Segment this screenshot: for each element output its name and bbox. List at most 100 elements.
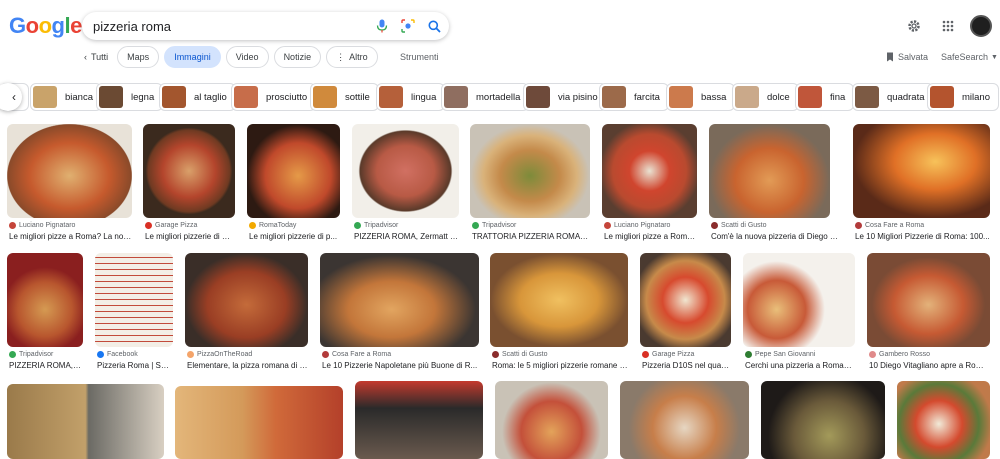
tab-all[interactable]: ‹ Tutti	[80, 46, 113, 68]
apps-grid-icon[interactable]	[936, 14, 960, 38]
chip-item[interactable]: fina	[795, 83, 855, 111]
result-caption[interactable]: Cerchi una pizzeria a Roma? A...	[745, 361, 855, 370]
result-source[interactable]: Cosa Fare a Roma	[322, 351, 391, 358]
result-image[interactable]	[620, 381, 749, 459]
result-image[interactable]	[352, 124, 459, 218]
source-favicon-icon	[9, 351, 16, 358]
result-source[interactable]: Garage Pizza	[642, 351, 694, 358]
result-image[interactable]	[490, 253, 628, 347]
result-image[interactable]	[867, 253, 990, 347]
result-caption[interactable]: Le migliori pizzerie di p...	[249, 232, 341, 241]
account-avatar[interactable]	[970, 15, 992, 37]
chip-item[interactable]: farcita	[599, 83, 669, 111]
result-image[interactable]	[185, 253, 308, 347]
result-caption[interactable]: Pizzeria Roma | San ...	[97, 361, 173, 370]
tab-more[interactable]: ⋮ Altro	[326, 46, 378, 68]
result-source[interactable]: Scatti di Gusto	[711, 222, 767, 229]
chip-thumbnail	[526, 86, 550, 108]
chip-thumbnail	[162, 86, 186, 108]
result-image[interactable]	[897, 381, 990, 459]
source-name: Garage Pizza	[155, 222, 198, 229]
result-image[interactable]	[640, 253, 731, 347]
result-source[interactable]: Scatti di Gusto	[492, 351, 548, 358]
tab-maps[interactable]: Maps	[117, 46, 160, 68]
result-image[interactable]	[175, 386, 343, 459]
search-box[interactable]: pizzeria roma	[82, 12, 449, 40]
search-input[interactable]: pizzeria roma	[93, 19, 371, 34]
chip-label: legna	[131, 91, 155, 103]
chip-item[interactable]: mortadella	[441, 83, 530, 111]
result-caption[interactable]: Pizzeria D10S nel quarti...	[642, 361, 731, 370]
chip-item[interactable]: via pisino	[523, 83, 607, 111]
tab-all-label: Tutti	[91, 52, 109, 62]
result-caption[interactable]: Le migliori pizze a Roma? La nost...	[9, 232, 133, 241]
chip-item[interactable]: quadrata	[852, 83, 934, 111]
chip-thumbnail	[313, 86, 337, 108]
result-source[interactable]: Tripadvisor	[472, 222, 516, 229]
result-source[interactable]: Pepe San Giovanni	[745, 351, 815, 358]
chip-label: quadrata	[887, 91, 925, 103]
result-source[interactable]: Luciano Pignataro	[9, 222, 75, 229]
result-image[interactable]	[7, 124, 132, 218]
chip-item[interactable]: milano	[927, 83, 999, 111]
chip-item[interactable]: prosciutto	[231, 83, 317, 111]
tab-news[interactable]: Notizie	[273, 46, 322, 68]
result-image[interactable]	[709, 124, 830, 218]
result-caption[interactable]: Elementare, la pizza romana di Mi...	[187, 361, 308, 370]
result-source[interactable]: Gambero Rosso	[869, 351, 930, 358]
search-icon[interactable]	[423, 15, 445, 37]
result-image[interactable]	[7, 384, 164, 459]
caret-down-icon: ▼	[991, 53, 998, 61]
result-caption[interactable]: Roma: le 5 migliori pizzerie romane ch..…	[492, 361, 628, 370]
result-caption[interactable]: Le migliori pizzerie di Ro...	[145, 232, 235, 241]
result-caption[interactable]: Le 10 Pizzerie Napoletane più Buone di R…	[322, 361, 479, 370]
result-image[interactable]	[853, 124, 990, 218]
lens-icon[interactable]	[397, 15, 419, 37]
tools-button[interactable]: Strumenti	[400, 52, 439, 62]
result-caption[interactable]: Le migliori pizze a Roma...	[604, 232, 697, 241]
result-caption[interactable]: TRATTORIA PIZZERIA ROMA, Lu...	[472, 232, 590, 241]
result-source[interactable]: Tripadvisor	[9, 351, 53, 358]
result-image[interactable]	[95, 253, 173, 347]
settings-gear-icon[interactable]	[902, 14, 926, 38]
tab-video[interactable]: Video	[225, 46, 269, 68]
result-caption[interactable]: Com'è la nuova pizzeria di Diego Vita...	[711, 232, 841, 241]
result-image[interactable]	[7, 253, 83, 347]
result-source[interactable]: RomaToday	[249, 222, 296, 229]
result-caption[interactable]: Le 10 Migliori Pizzerie di Roma: 100...	[855, 232, 990, 241]
result-source[interactable]: Garage Pizza	[145, 222, 197, 229]
result-source[interactable]: Luciano Pignataro	[604, 222, 670, 229]
result-image[interactable]	[247, 124, 340, 218]
microphone-icon[interactable]	[371, 15, 393, 37]
result-source[interactable]: PizzaOnTheRoad	[187, 351, 252, 358]
chip-item[interactable]: al taglio	[159, 83, 236, 111]
result-image[interactable]	[602, 124, 697, 218]
source-name: Luciano Pignataro	[19, 222, 76, 229]
safesearch-button[interactable]: SafeSearch ▼	[941, 52, 998, 62]
result-caption[interactable]: 10 Diego Vitagliano apre a Roma...	[869, 361, 990, 370]
chip-label: bianca	[65, 91, 93, 103]
result-image[interactable]	[495, 381, 608, 459]
result-source[interactable]: Facebook	[97, 351, 138, 358]
source-favicon-icon	[322, 351, 329, 358]
result-caption[interactable]: PIZZERIA ROMA, Zermatt - ...	[354, 232, 459, 241]
google-logo[interactable]: Google	[9, 13, 82, 39]
result-image[interactable]	[143, 124, 235, 218]
tab-images[interactable]: Immagini	[164, 46, 221, 68]
result-image[interactable]	[355, 381, 483, 459]
chip-item[interactable]: lingua	[376, 83, 446, 111]
chip-item[interactable]: bianca	[30, 83, 102, 111]
result-image[interactable]	[320, 253, 479, 347]
chip-item[interactable]: sottile	[310, 83, 379, 111]
result-source[interactable]: Tripadvisor	[354, 222, 398, 229]
result-image[interactable]	[470, 124, 590, 218]
result-caption[interactable]: PIZZERIA ROMA, VI...	[9, 361, 83, 370]
saved-button[interactable]: Salvata	[886, 52, 928, 62]
result-image[interactable]	[743, 253, 855, 347]
chip-item[interactable]: bassa	[666, 83, 736, 111]
result-source[interactable]: Cosa Fare a Roma	[855, 222, 924, 229]
result-image[interactable]	[761, 381, 885, 459]
source-name: PizzaOnTheRoad	[197, 351, 253, 358]
chip-item[interactable]: dolce	[732, 83, 799, 111]
chip-item[interactable]: legna	[96, 83, 164, 111]
